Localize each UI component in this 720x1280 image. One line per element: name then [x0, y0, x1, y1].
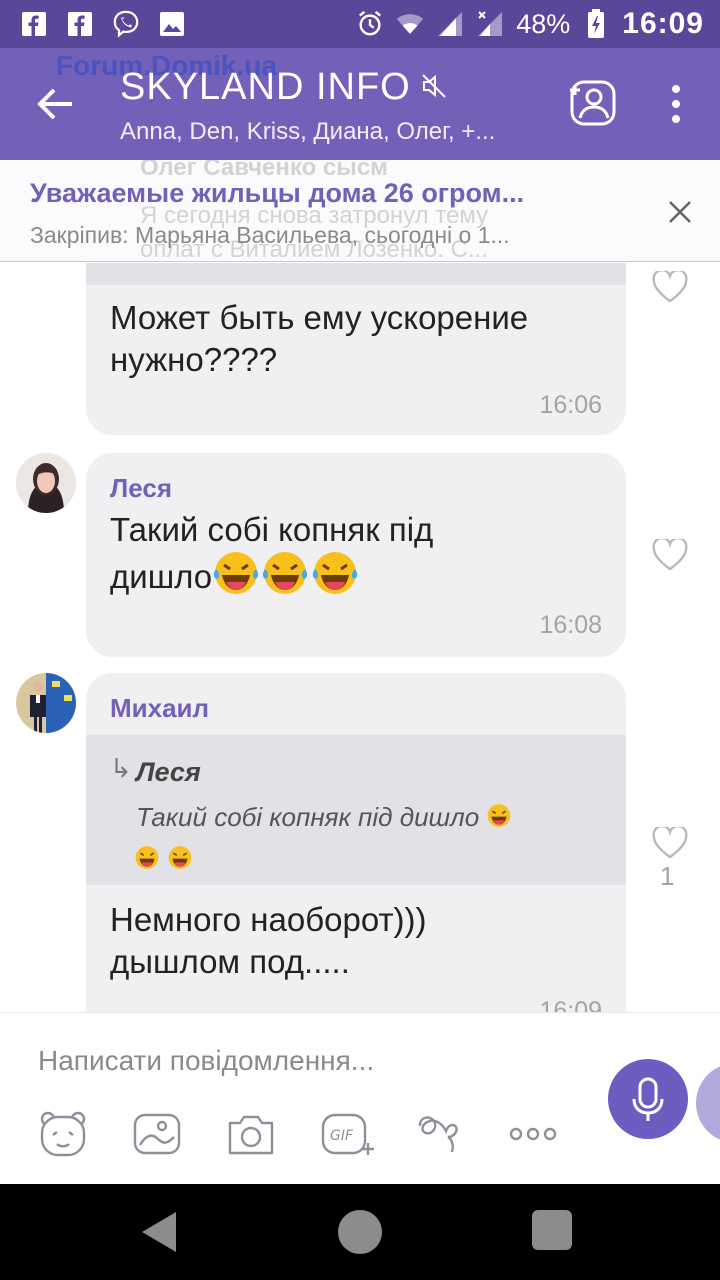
participants-list[interactable]: Anna, Den, Kriss, Диана, Олег, +...	[120, 118, 495, 146]
battery-charging-icon	[582, 9, 610, 38]
nav-home-icon[interactable]	[336, 1208, 384, 1256]
more-options-icon[interactable]	[508, 1109, 558, 1159]
chat-title-text: SKYLAND INFO	[120, 66, 411, 108]
pinned-title: Уважаемые жильцы дома 26 огром...	[30, 178, 525, 208]
nav-back-icon[interactable]	[136, 1208, 184, 1256]
gif-icon[interactable]: GIF	[320, 1109, 374, 1159]
message-text-line: Немного наоборот)))	[110, 901, 427, 938]
voice-message-button[interactable]	[608, 1059, 688, 1139]
message-time: 16:06	[539, 391, 602, 419]
add-participant-icon[interactable]	[566, 78, 618, 130]
muted-icon	[421, 66, 447, 109]
message-time: 16:08	[539, 611, 602, 639]
quote-text: Такий собі копняк під дишло	[134, 797, 586, 881]
message-bubble[interactable]: Леся Такий собі копняк під дишло 16:08	[86, 453, 626, 657]
sender-name: Леся	[110, 473, 172, 503]
laughing-emoji-icon	[212, 549, 260, 605]
facebook-icon	[66, 10, 94, 38]
app-bar: Forum.Domik.ua SKYLAND INFO Anna, Den, K…	[0, 48, 720, 160]
composer: Написати повідомлення... GIF	[0, 1012, 720, 1184]
laughing-emoji-icon	[167, 841, 193, 881]
camera-icon[interactable]	[226, 1109, 276, 1159]
message-text: Немного наоборот))) дышлом под.....	[110, 899, 427, 983]
message-bubble-with-reply[interactable]: Михаил ↳ Леся Такий собі копняк під дишл…	[86, 673, 626, 1012]
doodle-icon[interactable]	[414, 1109, 464, 1159]
message-bubble[interactable]: Может быть ему ускорение нужно???? 16:06	[86, 263, 626, 435]
quote-block-partial	[86, 263, 626, 285]
viber-icon	[112, 10, 140, 38]
message-text-line: дишло	[110, 558, 213, 595]
like-heart-icon[interactable]	[652, 824, 688, 859]
message-list[interactable]: Может быть ему ускорение нужно???? 16:06…	[0, 263, 720, 1012]
gallery-icon[interactable]	[132, 1109, 182, 1159]
microphone-icon	[632, 1077, 664, 1121]
facebook-icon	[20, 10, 48, 38]
system-navigation-bar	[0, 1184, 720, 1280]
laughing-emoji-icon	[310, 549, 360, 605]
battery-percent: 48%	[516, 8, 571, 39]
message-text-line: нужно????	[110, 341, 278, 378]
like-heart-icon[interactable]	[652, 268, 688, 303]
sticker-bear-icon[interactable]	[38, 1109, 88, 1159]
status-bar: 48% 16:09	[0, 0, 720, 48]
message-text-line: дышлом под.....	[110, 943, 350, 980]
message-text: Такий собі копняк під дишло	[110, 509, 433, 603]
laughing-emoji-icon	[486, 799, 512, 839]
signal-no-service-icon	[476, 10, 504, 38]
composer-toolbar: GIF	[38, 1109, 558, 1159]
reply-arrow-icon: ↳	[110, 753, 132, 783]
message-time: 16:09	[539, 997, 602, 1012]
wifi-icon	[396, 10, 424, 38]
like-heart-icon[interactable]	[652, 536, 688, 571]
gallery-icon	[158, 10, 186, 38]
more-options-icon[interactable]	[660, 84, 692, 124]
pinned-message-banner[interactable]: Олег Савченко сысм Я сегодня снова затро…	[0, 160, 720, 262]
message-input[interactable]: Написати повідомлення...	[38, 1045, 374, 1077]
chat-title[interactable]: SKYLAND INFO	[120, 66, 447, 109]
sender-name: Михаил	[110, 693, 210, 723]
alarm-icon	[356, 10, 384, 38]
svg-text:GIF: GIF	[330, 1128, 354, 1144]
close-icon[interactable]	[662, 194, 698, 230]
message-text-line: Может быть ему ускорение	[110, 299, 529, 336]
message-text: Может быть ему ускорение нужно????	[110, 297, 528, 381]
reply-quote[interactable]: ↳ Леся Такий собі копняк під дишло	[86, 735, 626, 885]
avatar[interactable]	[16, 673, 76, 733]
laughing-emoji-icon	[134, 841, 160, 881]
secondary-action-button[interactable]	[696, 1063, 720, 1143]
avatar[interactable]	[16, 453, 76, 513]
message-text-line: Такий собі копняк під	[110, 511, 434, 548]
signal-icon	[436, 10, 464, 38]
back-arrow-icon[interactable]	[36, 84, 76, 124]
laughing-emoji-icon	[260, 549, 310, 605]
pinned-subtitle: Закріпив: Марьяна Васильева, сьогодні о …	[30, 222, 510, 248]
like-count: 1	[660, 861, 675, 891]
viber-chat-screen: 48% 16:09 Forum.Domik.ua SKYLAND INFO An…	[0, 0, 720, 1280]
clock: 16:09	[622, 7, 704, 40]
quote-text-content: Такий собі копняк під дишло	[136, 802, 480, 832]
nav-recents-icon[interactable]	[530, 1208, 578, 1256]
quote-sender: Леся	[136, 757, 201, 787]
